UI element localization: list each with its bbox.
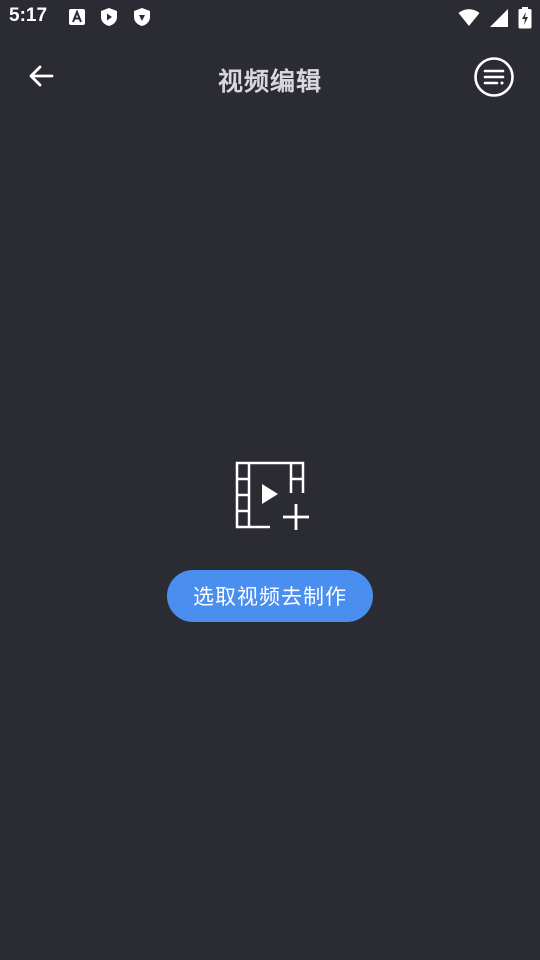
menu-button[interactable] [473,56,515,102]
select-video-button[interactable]: 选取视频去制作 [167,570,373,622]
status-left-icons [68,7,152,31]
battery-charging-icon [518,7,532,33]
wifi-icon [458,8,480,32]
shield-play-icon [99,7,119,31]
app-bar: 视频编辑 [0,48,540,108]
status-right-icons [458,7,532,33]
status-bar: 5:17 [0,0,540,36]
empty-state: 选取视频去制作 [0,460,540,622]
screen: 5:17 视频编辑 选取视频去制作 [0,0,540,960]
menu-circle-icon [473,56,515,102]
font-a-icon [68,8,86,30]
status-time: 5:17 [9,5,48,26]
page-title: 视频编辑 [217,67,322,96]
shield-icon [132,7,152,31]
video-add-icon[interactable] [230,460,310,532]
cell-signal-icon [489,8,509,32]
